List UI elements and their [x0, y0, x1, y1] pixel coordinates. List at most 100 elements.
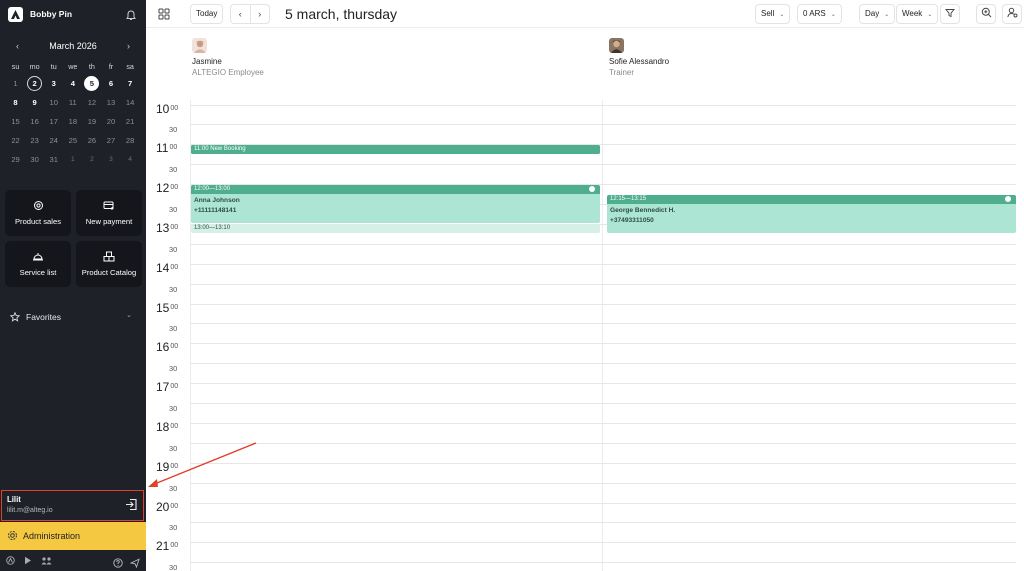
filter-button[interactable]	[940, 4, 960, 24]
new-payment-button[interactable]: New payment	[76, 190, 142, 236]
calendar-day[interactable]: 16	[25, 112, 44, 131]
prev-month-icon[interactable]: ‹	[16, 41, 19, 51]
appointment-card[interactable]: 12:15—13:15 George Bennedict H. +374933110…	[607, 194, 1016, 234]
currency-label: 0 ARS	[803, 9, 826, 18]
next-month-icon[interactable]: ›	[127, 41, 130, 51]
avatar	[609, 38, 624, 53]
hour-number: 16	[156, 340, 170, 355]
schedule-grid[interactable]: 1000 30 1100 30 1200 30 1300 30 1400 30 1500 30 1600…	[146, 100, 1024, 571]
staff-settings-button[interactable]	[1002, 4, 1022, 24]
calendar-day[interactable]: 25	[63, 131, 82, 150]
play-store-icon[interactable]	[24, 556, 32, 565]
calendar-day[interactable]: 29	[6, 150, 25, 169]
calendar-day[interactable]: 1	[63, 150, 82, 169]
info-icon[interactable]	[1005, 196, 1011, 203]
product-sales-button[interactable]: Product sales	[5, 190, 71, 236]
today-button[interactable]: Today	[190, 4, 224, 24]
info-icon[interactable]	[589, 186, 595, 193]
calendar-day[interactable]: 2	[82, 150, 101, 169]
calendar-day-selected[interactable]: 5	[82, 74, 101, 93]
send-icon[interactable]	[129, 555, 140, 571]
hour-number: 10	[156, 101, 170, 116]
half-hour-label: 30	[169, 364, 178, 374]
weekday-label: fr	[108, 62, 114, 71]
calendar-day[interactable]: 8	[6, 93, 25, 112]
hour-label: 1100	[156, 141, 177, 155]
calendar-day[interactable]: 27	[101, 131, 120, 150]
service-list-button[interactable]: Service list	[5, 241, 71, 287]
account-panel[interactable]: Lilit lilit.m@alteg.io	[1, 490, 144, 521]
calendar-day[interactable]: 10	[44, 93, 63, 112]
calendar-day[interactable]: 1	[6, 74, 25, 93]
calendar-day[interactable]: 3	[101, 150, 120, 169]
calendar-day[interactable]: 31	[44, 150, 63, 169]
grid-view-icon[interactable]	[158, 7, 170, 25]
calendar-day[interactable]: 21	[121, 112, 140, 131]
calendar-day[interactable]: 18	[63, 112, 82, 131]
currency-dropdown[interactable]: 0 ARS ⌄	[797, 4, 842, 24]
product-catalog-button[interactable]: Product Catalog	[76, 241, 142, 287]
calendar-day[interactable]: 12	[82, 93, 101, 112]
sell-label: Sell	[761, 9, 775, 18]
logout-icon[interactable]	[125, 498, 138, 516]
calendar-day[interactable]: 4	[63, 74, 82, 93]
calendar-day[interactable]: 14	[121, 93, 140, 112]
chevron-down-icon[interactable]: ⌄	[126, 311, 132, 319]
appointment-card[interactable]: 11:00 New Booking	[191, 144, 600, 154]
grid-line	[190, 522, 1016, 524]
grid-line	[190, 243, 1016, 245]
calendar-day[interactable]: 28	[121, 131, 140, 150]
calendar-day[interactable]: 20	[101, 112, 120, 131]
staff-column-header[interactable]: Sofie Alessandro Trainer	[609, 38, 669, 77]
sidebar-footer	[0, 550, 146, 571]
brand-logo-icon[interactable]	[8, 6, 23, 22]
calendar-day[interactable]: 26	[82, 131, 101, 150]
appointment-card[interactable]: 13:00—13:10	[191, 224, 600, 234]
filter-icon	[945, 5, 955, 23]
current-date-title: 5 march, thursday	[285, 6, 398, 22]
minute-label: 00	[170, 223, 179, 231]
calendar-day-today[interactable]: 2	[25, 74, 44, 93]
minute-label: 00	[170, 263, 179, 271]
calendar-day[interactable]: 19	[82, 112, 101, 131]
app-logo-icon[interactable]	[6, 556, 15, 565]
half-hour-label: 30	[169, 443, 178, 453]
mini-calendar: su mo tu we th fr sa 1 2 3 4 5 6 7 8 9 1…	[6, 60, 140, 169]
sidebar: Bobby Pin ‹ March 2026 › su mo tu we th …	[0, 0, 146, 571]
minute-label: 00	[169, 144, 178, 152]
hour-label: 1600	[156, 340, 178, 354]
calendar-day[interactable]: 13	[101, 93, 120, 112]
grid-line	[190, 482, 1016, 484]
zoom-button[interactable]	[976, 4, 996, 24]
help-icon[interactable]	[113, 555, 123, 571]
calendar-day[interactable]: 7	[121, 74, 140, 93]
calendar-day[interactable]: 15	[6, 112, 25, 131]
community-icon[interactable]	[41, 556, 52, 565]
current-user-name[interactable]: Bobby Pin	[30, 9, 72, 19]
calendar-day[interactable]: 6	[101, 74, 120, 93]
tile-label: New payment	[85, 216, 133, 226]
calendar-day[interactable]: 9	[25, 93, 44, 112]
appointment-card[interactable]: 12:00—13:00 Anna Johnson +11111148141	[191, 184, 600, 224]
calendar-day[interactable]: 23	[25, 131, 44, 150]
view-week-dropdown[interactable]: Week ⌄	[896, 4, 939, 24]
prev-day-icon[interactable]: ‹	[231, 5, 251, 23]
administration-button[interactable]: Administration	[0, 522, 146, 550]
hour-number: 14	[156, 260, 170, 275]
sell-dropdown[interactable]: Sell ⌄	[755, 4, 791, 24]
calendar-day[interactable]: 4	[121, 150, 140, 169]
calendar-day[interactable]: 24	[44, 131, 63, 150]
bell-icon[interactable]	[126, 8, 136, 26]
calendar-day[interactable]: 22	[6, 131, 25, 150]
calendar-day[interactable]: 3	[44, 74, 63, 93]
favorites-section[interactable]: Favorites ⌄	[10, 310, 136, 324]
weekday-label: sa	[126, 62, 134, 71]
calendar-day[interactable]: 17	[44, 112, 63, 131]
staff-column-header[interactable]: Jasmine ALTEGIO Employee	[192, 38, 264, 77]
calendar-day[interactable]: 11	[63, 93, 82, 112]
staff-role: Trainer	[609, 68, 635, 77]
view-day-dropdown[interactable]: Day ⌄	[859, 4, 896, 24]
calendar-day[interactable]: 30	[25, 150, 44, 169]
grid-line	[190, 124, 1016, 126]
next-day-icon[interactable]: ›	[251, 5, 270, 23]
